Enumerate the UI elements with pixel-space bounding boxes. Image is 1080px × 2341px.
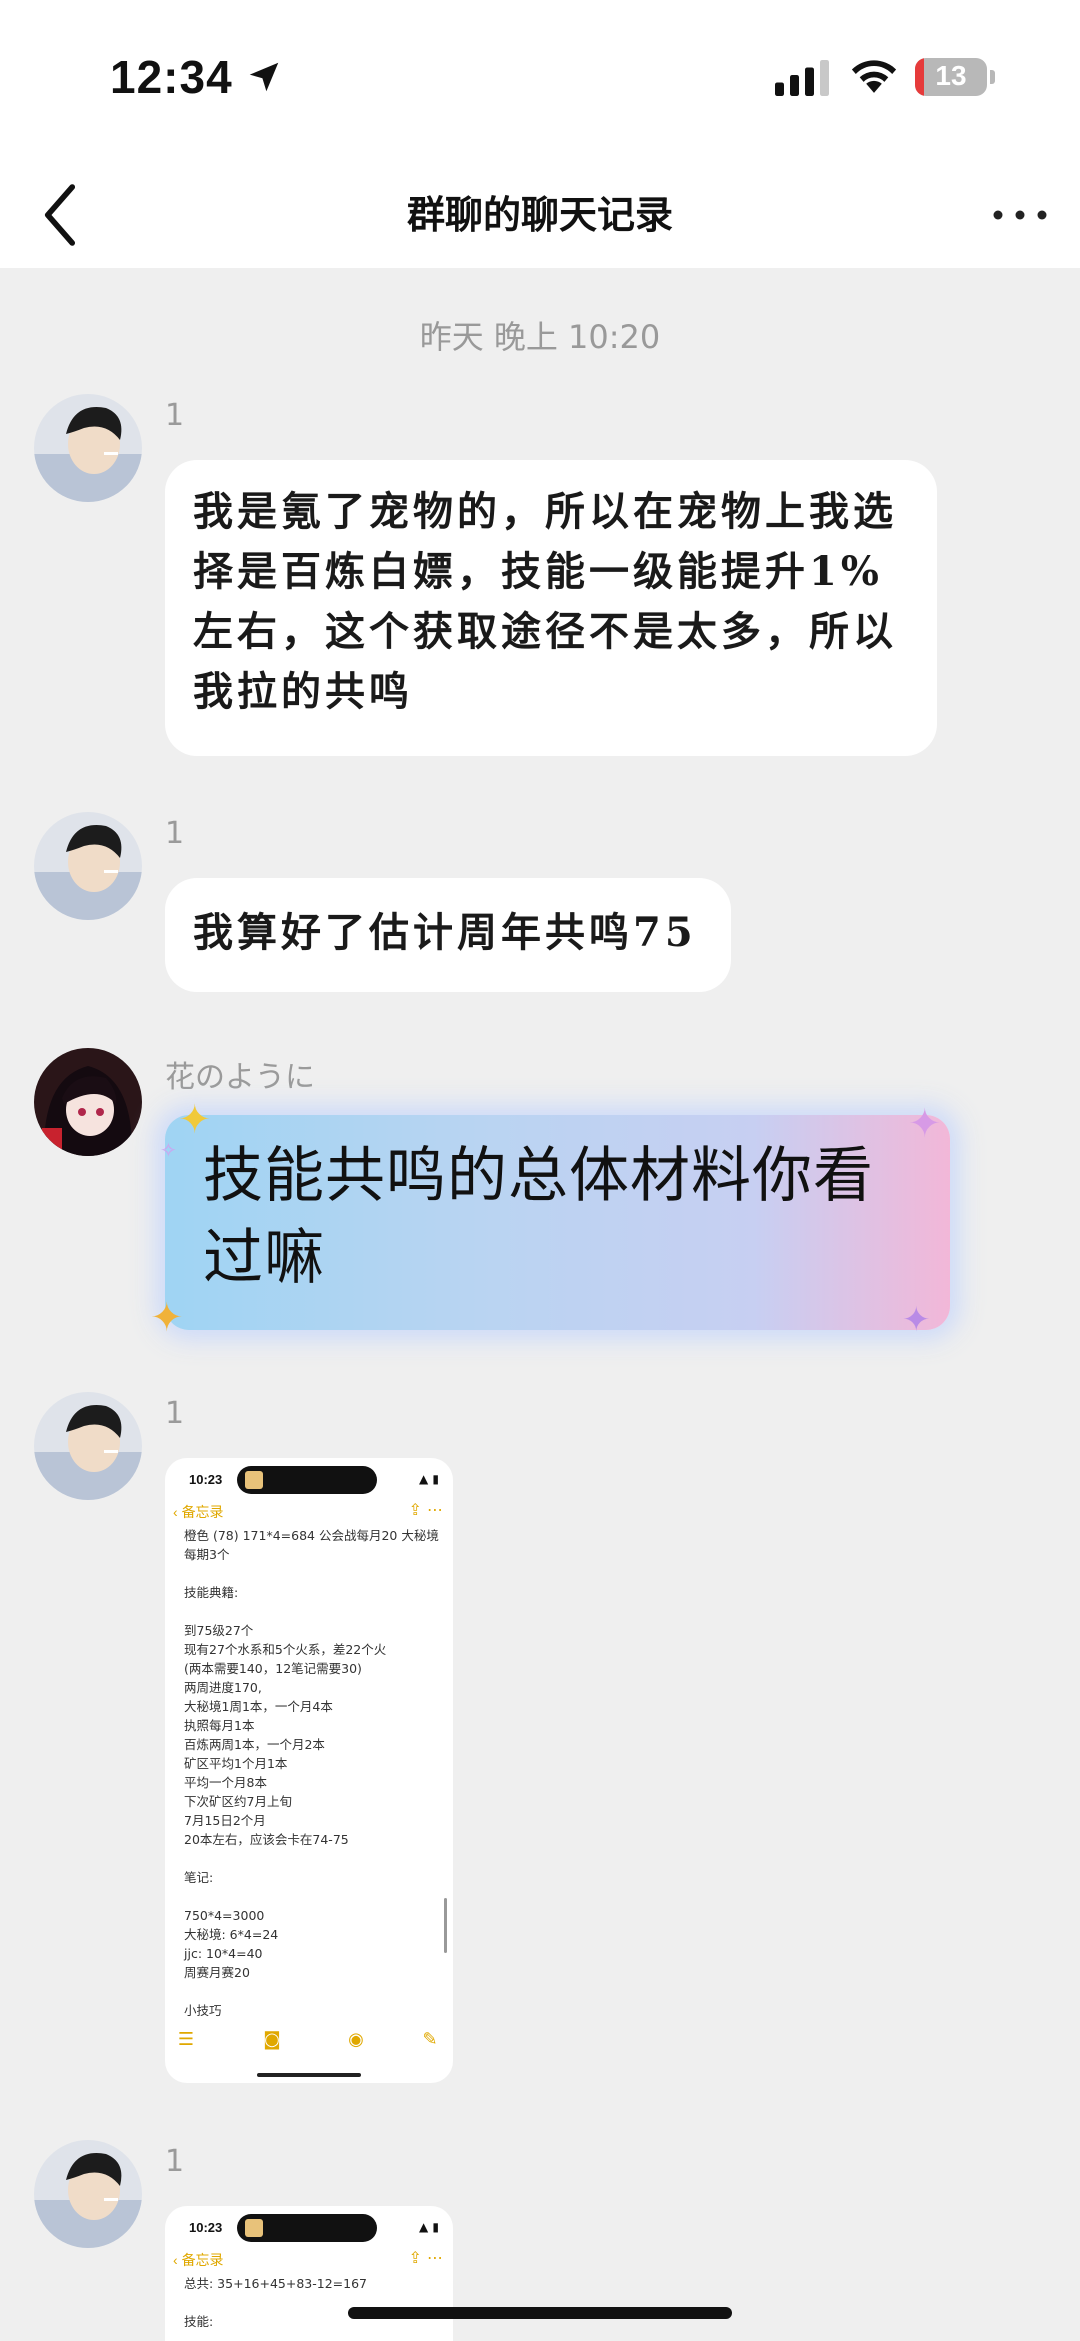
note-line: 百炼两周1本，一个月2本 <box>184 1737 325 1752</box>
home-indicator <box>348 2307 732 2319</box>
more-options-icon[interactable] <box>990 200 1050 230</box>
scrollbar <box>444 1898 447 1953</box>
message-text: 技能共鸣的总体材料你看过嘛 <box>203 1141 874 1293</box>
avatar[interactable] <box>34 2140 142 2248</box>
sender-name: 花のように <box>165 1060 315 1095</box>
nav-bar: 群聊的聊天记录 <box>0 160 1080 268</box>
sparkle-icon: ✧ <box>160 1138 177 1162</box>
avatar[interactable] <box>34 1392 142 1500</box>
note-line <box>184 1982 445 2001</box>
note-line: 20本左右，应该会卡在74-75 <box>184 1832 349 1847</box>
note-line: 7月15日2个月 <box>184 1813 266 1828</box>
screenshot-nav-label: 备忘录 <box>181 2252 224 2268</box>
sender-name: 1 <box>165 1396 185 1431</box>
note-line: 每期3个 <box>184 1547 230 1562</box>
note-line: 750*4=3000 <box>184 1908 265 1923</box>
message-bubble[interactable]: 我是氪了宠物的，所以在宠物上我选择是百炼白嫖，技能一级能提升1%左右，这个获取途… <box>165 460 937 756</box>
dynamic-island <box>237 2214 377 2242</box>
note-line <box>184 1564 445 1583</box>
star-decoration-icon: ✦ <box>150 1295 184 1341</box>
note-line: 到75级27个 <box>184 1623 254 1638</box>
screenshot-image[interactable]: 10:23 ▲ ▮ ‹ 备忘录 ⇪ ⋯ 总共: 35+16+45+83-12=1… <box>165 2206 453 2341</box>
markup-icon: ◉ <box>348 2029 364 2050</box>
share-icon: ⇪ ⋯ <box>408 1500 444 1519</box>
avatar[interactable] <box>34 812 142 920</box>
note-line: 笔记: <box>184 1870 214 1885</box>
note-line: (两本需要140，12笔记需要30) <box>184 1661 362 1676</box>
note-content: 总共: 35+16+45+83-12=167 技能: <box>184 2274 445 2331</box>
screenshot-back-link: ‹ 备忘录 <box>173 2252 224 2268</box>
note-line: 矿区平均1个月1本 <box>184 1756 288 1771</box>
avatar[interactable] <box>34 394 142 502</box>
note-line <box>184 1887 445 1906</box>
star-decoration-icon: ✦ <box>908 1101 942 1147</box>
screenshot-time: 10:23 <box>189 2220 223 2235</box>
user-avatar-icon <box>34 812 142 920</box>
note-line: 橙色 (78) 171*4=684 公会战每月20 大秘境 <box>184 1528 439 1543</box>
note-line: 平均一个月8本 <box>184 1775 267 1790</box>
screenshot-time: 10:23 <box>189 1472 223 1487</box>
avatar[interactable] <box>34 1048 142 1156</box>
screenshot-home-indicator <box>257 2073 361 2077</box>
sender-name: 1 <box>165 398 185 433</box>
note-line: 总共: 35+16+45+83-12=167 <box>184 2276 367 2291</box>
share-icon: ⇪ ⋯ <box>408 2248 444 2267</box>
note-toolbar: ☰ ◙ ◉ ✎ <box>175 2029 443 2059</box>
status-time: 12:34 <box>110 51 233 103</box>
note-line: 现有27个水系和5个火系，差22个火 <box>184 1642 387 1657</box>
screenshot-status-icons: ▲ ▮ <box>418 2220 439 2234</box>
message-bubble[interactable]: 我算好了估计周年共鸣75 <box>165 878 731 992</box>
note-line: 小技巧 <box>184 2003 222 2018</box>
page-title: 群聊的聊天记录 <box>406 193 673 237</box>
message-bubble[interactable]: 技能共鸣的总体材料你看过嘛 <box>165 1115 950 1330</box>
note-line: 执照每月1本 <box>184 1718 255 1733</box>
note-line: 大秘境1周1本，一个月4本 <box>184 1699 333 1714</box>
screenshot-image[interactable]: 10:23 ▲ ▮ ‹ 备忘录 ⇪ ⋯ 橙色 (78) 171*4=684 公会… <box>165 1458 453 2083</box>
compose-icon: ✎ <box>422 2029 438 2050</box>
cellular-signal-icon <box>775 60 829 96</box>
sender-name: 1 <box>165 816 185 851</box>
note-line <box>184 1849 445 1868</box>
anime-avatar-icon <box>34 1048 142 1156</box>
battery-indicator: 13 <box>915 58 987 96</box>
message-timestamp: 昨天 晚上 10:20 <box>419 318 661 356</box>
note-line: 周赛月赛20 <box>184 1965 250 1980</box>
note-line: 技能典籍: <box>184 1585 239 1600</box>
wifi-icon <box>851 60 897 93</box>
location-arrow-icon <box>249 62 279 92</box>
user-avatar-icon <box>34 2140 142 2248</box>
dynamic-island <box>237 1466 377 1494</box>
note-line: 两周进度170, <box>184 1680 262 1695</box>
screenshot-nav-label: 备忘录 <box>181 1504 224 1520</box>
battery-nub <box>990 70 995 84</box>
user-avatar-icon <box>34 394 142 502</box>
status-bar: 12:34 13 <box>0 0 1080 160</box>
sender-name: 1 <box>165 2144 185 2179</box>
camera-icon: ◙ <box>263 2029 281 2050</box>
star-decoration-icon: ✦ <box>902 1300 931 1340</box>
note-line: 下次矿区约7月上旬 <box>184 1794 292 1809</box>
note-line: jjc: 10*4=40 <box>184 1946 263 1961</box>
note-line: 大秘境: 6*4=24 <box>184 1927 279 1942</box>
screenshot-back-link: ‹ 备忘录 <box>173 1504 224 1520</box>
note-content: 橙色 (78) 171*4=684 公会战每月20 大秘境 每期3个技能典籍: 到7… <box>184 1526 445 2020</box>
note-line <box>184 1602 445 1621</box>
checklist-icon: ☰ <box>177 2029 195 2050</box>
battery-percentage: 13 <box>935 60 967 91</box>
screenshot-status-icons: ▲ ▮ <box>418 1472 439 1486</box>
user-avatar-icon <box>34 1392 142 1500</box>
star-decoration-icon: ✦ <box>178 1097 212 1143</box>
